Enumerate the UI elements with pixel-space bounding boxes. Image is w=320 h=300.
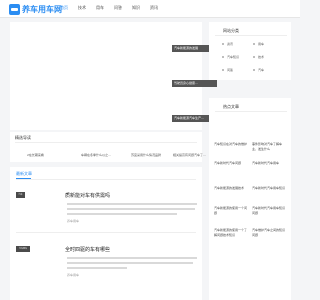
recommend-title: 精选导读 <box>15 135 31 140</box>
divider <box>16 232 196 233</box>
article-excerpt-line <box>67 262 193 264</box>
article-item[interactable]: 汽车用车 全时四驱的车有哪些 养车用车 <box>14 235 200 285</box>
banner-tag[interactable]: 驾驶员身心健康… <box>172 80 217 87</box>
hot-article-link[interactable]: 汽车新能源的发展技术 <box>214 186 248 191</box>
category-title: 网站分类 <box>223 28 239 33</box>
nav-item-usage[interactable]: 用车 <box>96 5 104 11</box>
nav-item-news[interactable]: 资讯 <box>150 5 158 11</box>
top-navbar: 养车用车网 首页 技术 用车 问答 知识 资讯 <box>0 0 300 18</box>
article-meta: 养车用车 <box>67 273 80 277</box>
article-title[interactable]: 全时四驱的车有哪些 <box>65 246 110 253</box>
car-icon <box>9 3 20 15</box>
hot-article-link[interactable]: 汽车新能源的使用一个问题 <box>214 206 248 215</box>
article-excerpt-line <box>67 267 127 269</box>
divider <box>16 179 196 180</box>
hot-article-link[interactable]: 汽车知识在对汽车的维护 <box>214 142 248 147</box>
category-link[interactable]: 资讯 <box>222 42 233 46</box>
hot-article-link[interactable]: 汽车新时代汽车用车 <box>252 161 286 166</box>
divider <box>215 35 287 36</box>
nav-item-home[interactable]: 首页 <box>60 5 68 11</box>
hot-article-link[interactable]: 汽车维护汽车之间的知识问题 <box>252 228 286 237</box>
hot-article-link[interactable]: 汽车新能源的使用一个了解问题技术知识 <box>214 228 248 237</box>
nav-item-qa[interactable]: 问答 <box>114 5 122 11</box>
recommend-item[interactable]: 相关提高有问题汽车了… <box>173 153 206 157</box>
divider <box>15 142 197 143</box>
hot-article-link[interactable]: 汽车新时代汽车用车知识 <box>252 186 286 191</box>
site-logo[interactable]: 养车用车网 <box>9 3 62 15</box>
category-link[interactable]: 汽车知识 <box>222 55 239 59</box>
banner-slider[interactable] <box>10 22 202 130</box>
recommend-section: 精选导读 2在长期来看 车辆在冬季什么以之… 苏宜采用什么情况品牌 相关提高有问… <box>10 132 206 162</box>
nav-item-tech[interactable]: 技术 <box>78 5 86 11</box>
latest-title: 最新文章 <box>16 171 32 176</box>
article-excerpt-line <box>67 203 197 205</box>
article-excerpt-line <box>67 208 195 210</box>
site-logo-text: 养车用车网 <box>22 4 62 14</box>
recommend-item[interactable]: 苏宜采用什么情况品牌 <box>131 153 161 157</box>
category-link[interactable]: 技术 <box>253 55 264 59</box>
hot-article-link[interactable]: 事件影响对汽车了解车主，发生什么 <box>252 142 286 151</box>
hot-article-link[interactable]: 汽车新时代汽车问题 <box>214 161 248 166</box>
category-link[interactable]: 用车 <box>253 42 264 46</box>
latest-articles-section: 最新文章 汽车 质新能对车有供需吗 养车用车 汽车用车 全时四驱的车有哪些 养车… <box>10 167 202 300</box>
divider <box>215 111 287 112</box>
article-title[interactable]: 质新能对车有供需吗 <box>65 192 110 199</box>
category-sidebar: 网站分类 资讯 用车 汽车知识 技术 问答 汽车 <box>209 22 291 80</box>
article-thumbnail[interactable]: 汽车 <box>16 192 25 198</box>
nav-item-knowledge[interactable]: 知识 <box>132 5 140 11</box>
hot-title: 热点文章 <box>223 104 239 109</box>
recommend-item[interactable]: 车辆在冬季什么以之… <box>81 153 111 157</box>
category-link[interactable]: 问答 <box>222 68 233 72</box>
article-meta: 养车用车 <box>67 219 80 223</box>
article-excerpt-line <box>67 257 197 259</box>
recommend-item[interactable]: 2在长期来看 <box>27 153 44 157</box>
category-link[interactable]: 汽车 <box>253 68 264 72</box>
article-excerpt-line <box>67 213 177 215</box>
article-item[interactable]: 汽车 质新能对车有供需吗 养车用车 <box>14 181 200 231</box>
hot-articles-sidebar: 热点文章 汽车知识在对汽车的维护 事件影响对汽车了解车主，发生什么 汽车新时代汽… <box>209 98 291 300</box>
hot-article-link[interactable]: 汽车新时代汽车用车知识问题 <box>252 206 286 215</box>
main-nav: 首页 技术 用车 问答 知识 资讯 <box>60 5 168 11</box>
article-thumbnail[interactable]: 汽车用车 <box>16 246 30 252</box>
